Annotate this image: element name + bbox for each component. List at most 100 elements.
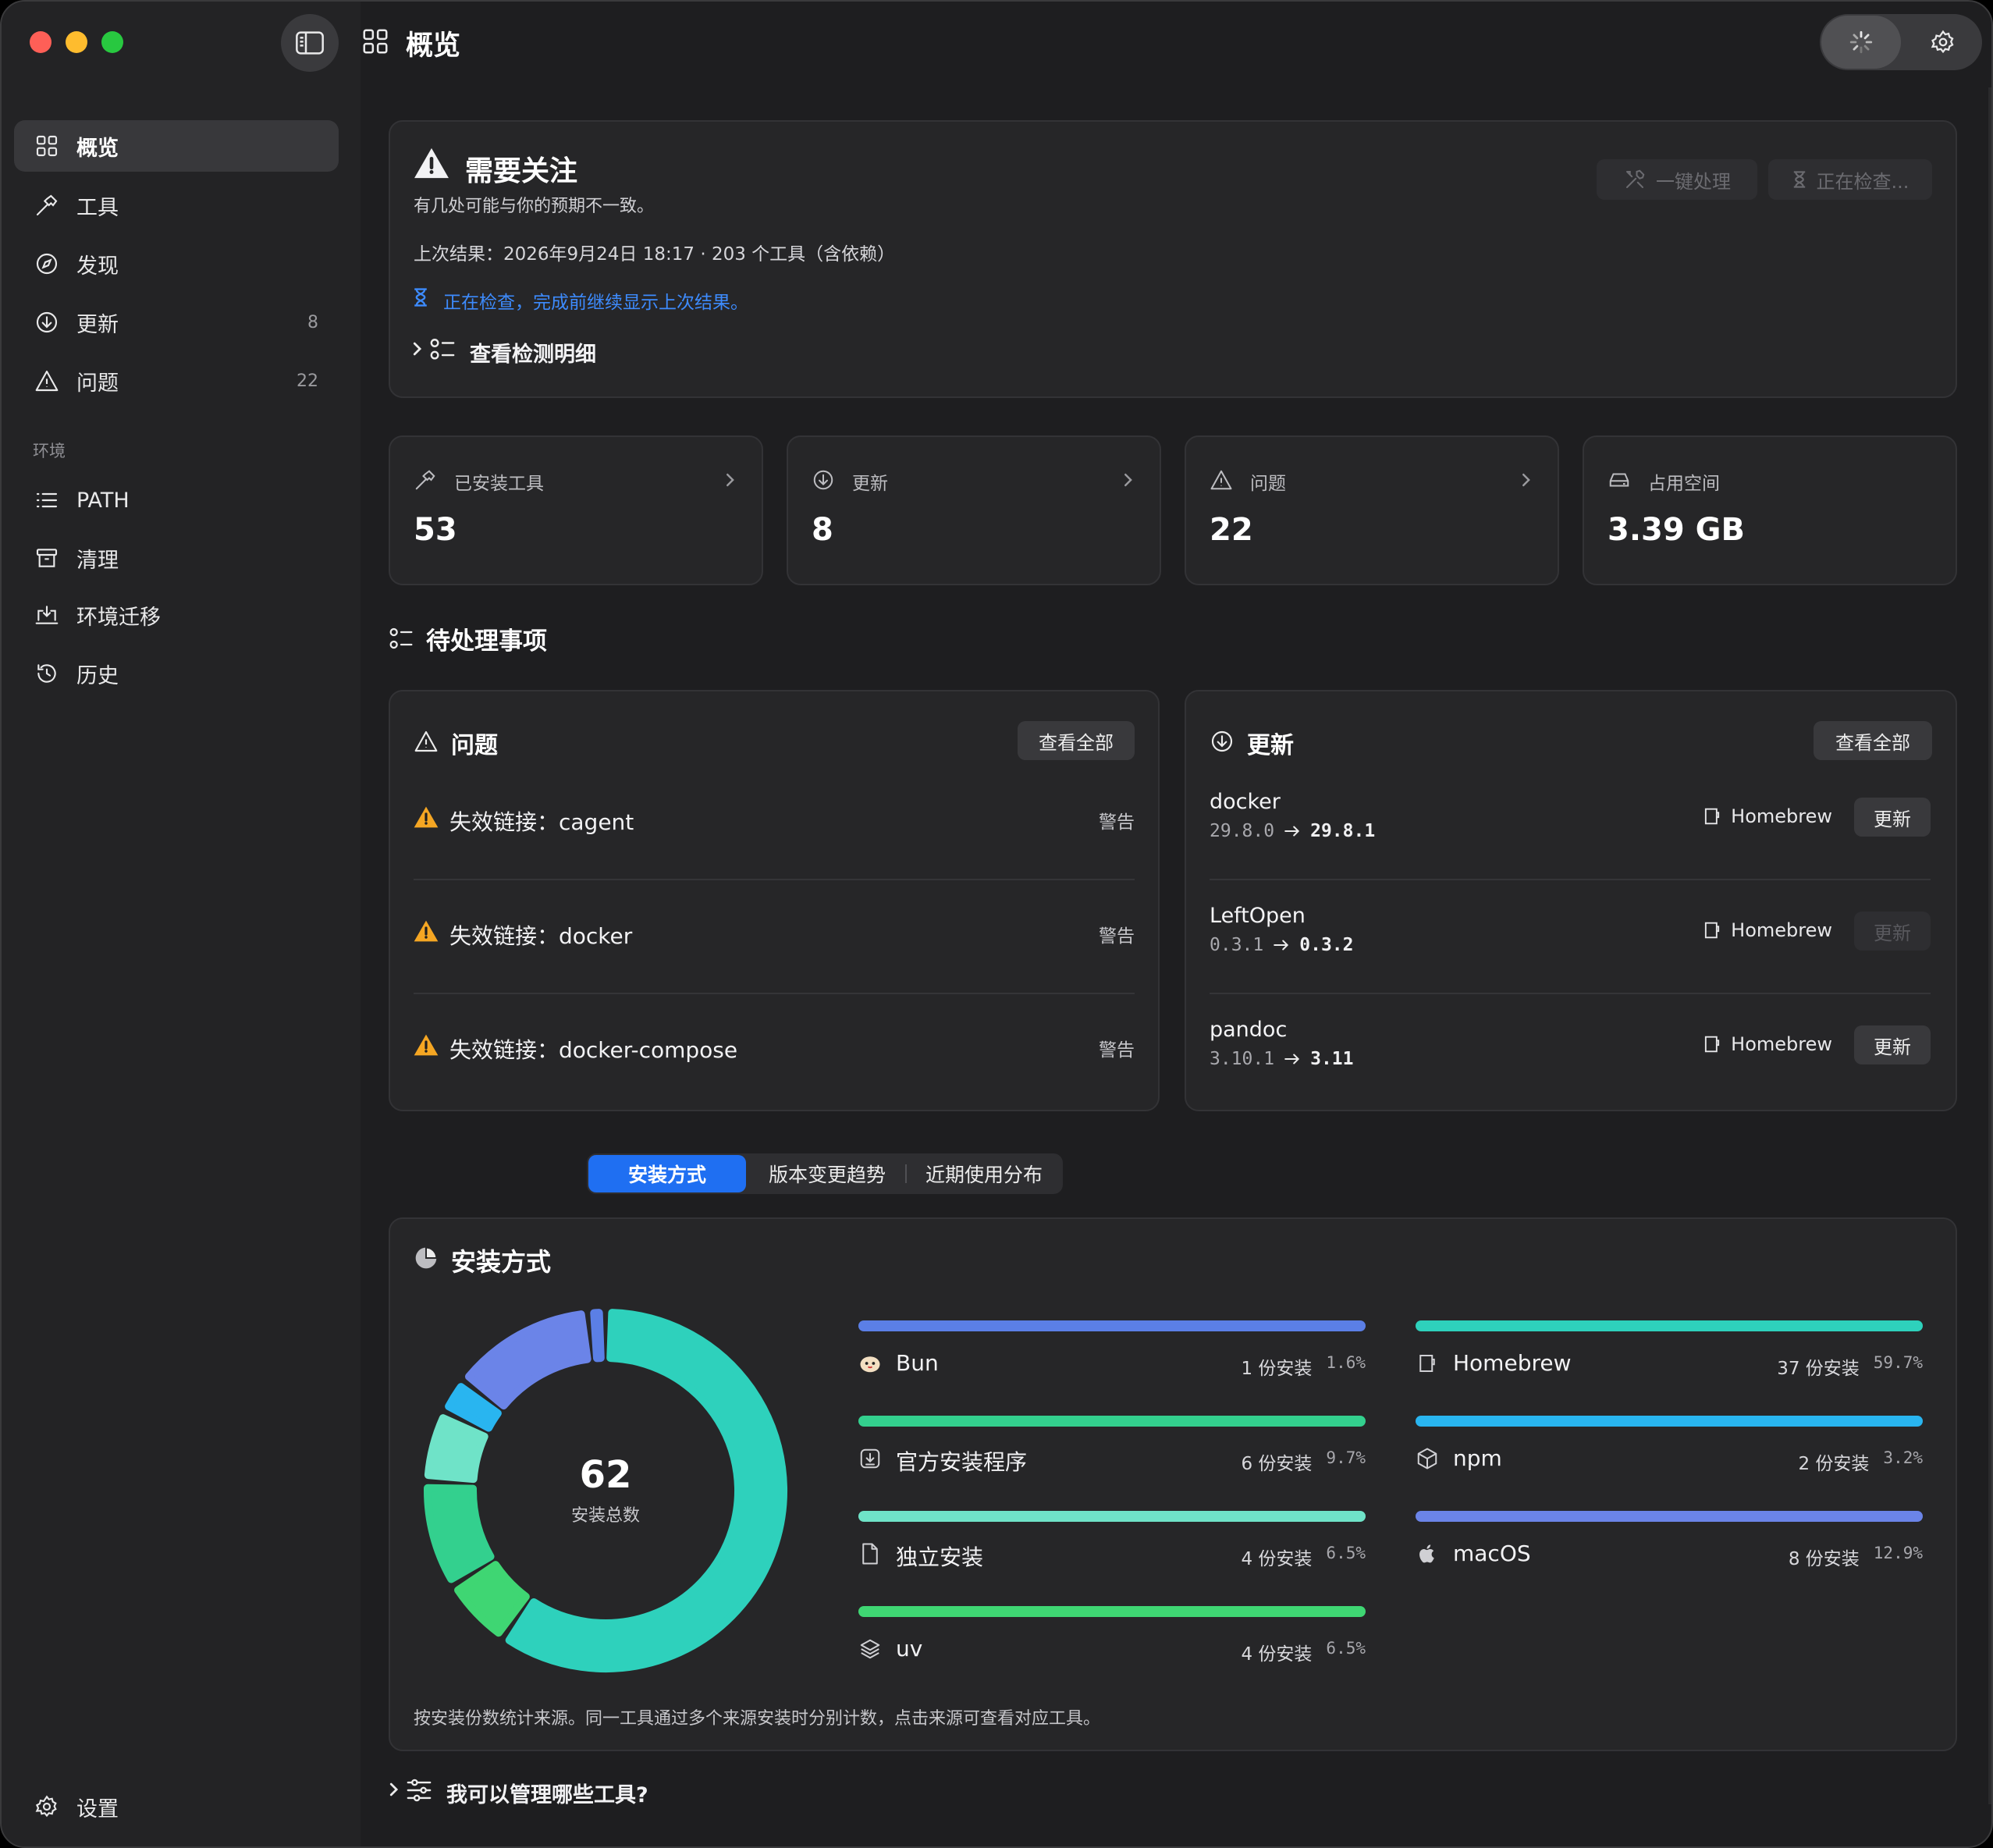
chevron-right-icon xyxy=(1522,473,1530,487)
sidebar-item-settings[interactable]: 设置 xyxy=(14,1781,339,1832)
stat-value: 53 xyxy=(414,512,457,548)
install-footnote: 按安装份数统计来源。同一工具通过多个来源安装时分别计数，点击来源可查看对应工具。 xyxy=(414,1709,1101,1729)
update-row: LeftOpen 0.3.1 0.3.2 Homebrew 更新 xyxy=(1210,882,1931,996)
settings-button[interactable] xyxy=(1906,16,1981,69)
details-disclosure[interactable]: 查看检测明细 xyxy=(410,334,629,368)
zoom-window-button[interactable] xyxy=(101,31,123,53)
sidebar-item-discover[interactable]: 发现 xyxy=(14,238,339,290)
scrollbar-track[interactable] xyxy=(1988,87,1991,1804)
issue-severity: 警告 xyxy=(1099,812,1135,833)
sidebar-item-label: 环境迁移 xyxy=(76,605,161,630)
source-label: Homebrew xyxy=(1731,805,1832,827)
legend-count: 4 份安装 6.5% xyxy=(1241,1639,1366,1665)
close-window-button[interactable] xyxy=(30,31,52,53)
update-button[interactable]: 更新 xyxy=(1854,1025,1931,1064)
update-name: docker xyxy=(1210,790,1281,814)
chevron-right-icon xyxy=(727,473,734,487)
count-label: 8 份安装 xyxy=(1788,1549,1860,1569)
legend-item-standalone[interactable]: 独立安装 4 份安装 6.5% xyxy=(858,1511,1366,1597)
sidebar-item-cleanup[interactable]: 清理 xyxy=(14,532,339,584)
update-source: Homebrew xyxy=(1701,919,1832,941)
sidebar-item-label: 发现 xyxy=(76,254,119,279)
updates-count: 8 xyxy=(307,312,318,332)
faq-disclosure[interactable]: 我可以管理哪些工具? xyxy=(387,1773,699,1807)
legend-item-macos[interactable]: macOS 8 份安装 12.9% xyxy=(1416,1511,1923,1597)
grid-icon xyxy=(36,135,58,157)
issue-text: 失效链接：docker xyxy=(449,923,633,949)
issues-view-all-button[interactable]: 查看全部 xyxy=(1018,721,1135,760)
count-label: 4 份安装 xyxy=(1241,1549,1313,1569)
chevron-right-icon xyxy=(1124,473,1132,487)
sidebar-item-label: 更新 xyxy=(76,312,119,337)
issue-text: 失效链接：docker-compose xyxy=(449,1037,738,1063)
pending-title: 待处理事项 xyxy=(426,627,547,656)
legend-bar xyxy=(858,1511,1366,1522)
arrow-right-icon xyxy=(1284,1054,1300,1064)
sidebar-item-label: 问题 xyxy=(76,371,119,396)
legend-item-uv[interactable]: uv 4 份安装 6.5% xyxy=(858,1606,1366,1692)
tab-recent-usage[interactable]: 近期使用分布 xyxy=(907,1155,1061,1192)
fix-all-button[interactable]: 一键处理 xyxy=(1597,159,1757,200)
update-button-disabled[interactable]: 更新 xyxy=(1854,912,1931,951)
warning-triangle-icon xyxy=(414,730,438,752)
legend-item-bun[interactable]: Bun 1 份安装 1.6% xyxy=(858,1320,1366,1406)
warning-filled-icon xyxy=(414,806,439,828)
stat-card-issues[interactable]: 问题 22 xyxy=(1185,435,1559,585)
sidebar-item-issues[interactable]: 问题 22 xyxy=(14,355,339,407)
donut-slice[interactable] xyxy=(590,1309,605,1363)
update-name: LeftOpen xyxy=(1210,904,1306,928)
checking-button[interactable]: 正在检查... xyxy=(1768,159,1932,200)
issue-row[interactable]: 失效链接：docker 警告 xyxy=(414,882,1135,996)
app-window: 概览 工具 发现 更新 8 问题 22 环境 PATH 清理 环境迁移 历史 设… xyxy=(0,0,1993,1848)
sidebar-item-migration[interactable]: 环境迁移 xyxy=(14,589,339,641)
sidebar-item-overview[interactable]: 概览 xyxy=(14,120,339,172)
legend-count: 4 份安装 6.5% xyxy=(1241,1544,1366,1570)
updates-view-all-button[interactable]: 查看全部 xyxy=(1814,721,1932,760)
install-method-card: 安装方式 62 安装总数 Bun 1 份安装 1.6% 官方安装程序 6 份安装 9… xyxy=(389,1217,1957,1751)
sidebar-item-history[interactable]: 历史 xyxy=(14,648,339,699)
issue-text: 失效链接：cagent xyxy=(449,809,634,835)
laptop-download-icon xyxy=(35,606,59,624)
percent-label: 3.2% xyxy=(1883,1448,1923,1467)
stat-card-storage: 占用空间 3.39 GB xyxy=(1583,435,1957,585)
stat-card-installed[interactable]: 已安装工具 53 xyxy=(389,435,763,585)
arrow-right-icon xyxy=(1284,826,1300,837)
update-button[interactable]: 更新 xyxy=(1854,798,1931,837)
sliders-icon xyxy=(407,1779,432,1802)
donut-slice[interactable] xyxy=(454,1561,530,1637)
donut-total-label: 安装总数 xyxy=(570,1506,640,1526)
tab-version-trend[interactable]: 版本变更趋势 xyxy=(749,1155,905,1192)
tab-install-method[interactable]: 安装方式 xyxy=(588,1155,746,1192)
arrow-right-icon xyxy=(1274,940,1289,951)
toggle-sidebar-button[interactable] xyxy=(281,14,339,72)
count-label: 37 份安装 xyxy=(1777,1359,1860,1379)
issue-row[interactable]: 失效链接：docker-compose 警告 xyxy=(414,996,1135,1110)
sidebar-item-tools[interactable]: 工具 xyxy=(14,179,339,231)
minimize-window-button[interactable] xyxy=(66,31,87,53)
legend-item-official-installer[interactable]: 官方安装程序 6 份安装 9.7% xyxy=(858,1416,1366,1502)
bun-icon xyxy=(860,1356,880,1373)
install-method-title: 安装方式 xyxy=(451,1247,552,1277)
last-result-text: 上次结果：2026年9月24日 18:17 · 203 个工具（含依赖） xyxy=(414,244,896,265)
hammer-icon xyxy=(36,194,58,216)
sidebar-item-label: 设置 xyxy=(76,1796,119,1821)
refresh-button[interactable] xyxy=(1821,16,1901,69)
drive-icon xyxy=(1609,473,1629,487)
sidebar-item-label: 概览 xyxy=(76,136,119,161)
legend-name: Homebrew xyxy=(1453,1350,1572,1376)
sidebar-item-updates[interactable]: 更新 8 xyxy=(14,297,339,348)
stat-value: 3.39 GB xyxy=(1608,512,1745,548)
percent-label: 6.5% xyxy=(1326,1544,1366,1562)
legend-item-npm[interactable]: npm 2 份安装 3.2% xyxy=(1416,1416,1923,1502)
warning-triangle-icon xyxy=(1210,470,1232,490)
sidebar-item-path[interactable]: PATH xyxy=(14,474,339,526)
attention-title: 需要关注 xyxy=(465,155,578,187)
stat-card-updates[interactable]: 更新 8 xyxy=(787,435,1161,585)
legend-item-homebrew[interactable]: Homebrew 37 份安装 59.7% xyxy=(1416,1320,1923,1406)
issues-card-title: 问题 xyxy=(451,732,498,759)
version-to: 0.3.2 xyxy=(1299,935,1354,955)
issue-row[interactable]: 失效链接：cagent 警告 xyxy=(414,768,1135,882)
download-box-icon xyxy=(860,1448,880,1469)
version-to: 3.11 xyxy=(1310,1049,1354,1069)
donut-slice[interactable] xyxy=(464,1310,592,1410)
